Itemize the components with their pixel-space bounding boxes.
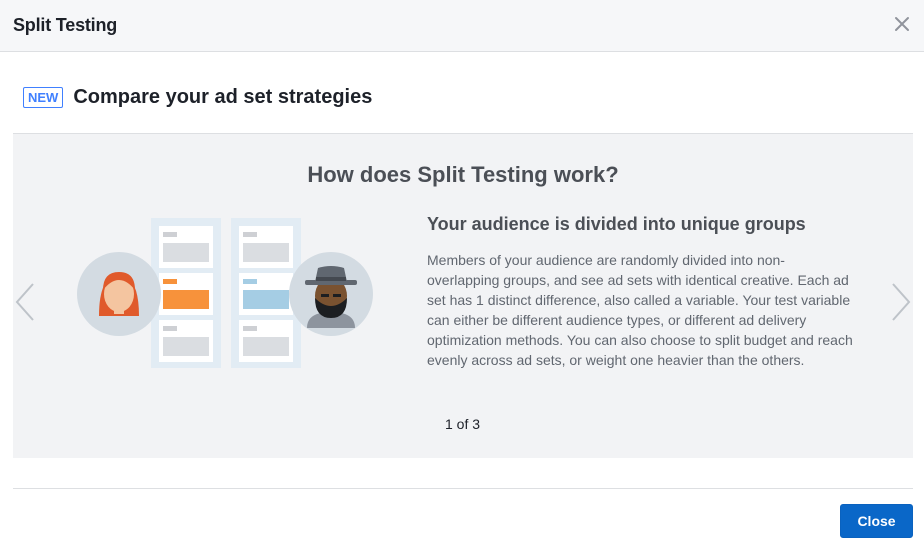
carousel-panel: How does Split Testing work? Your audien… (13, 133, 913, 458)
subheader-title: Compare your ad set strategies (73, 85, 373, 108)
close-button[interactable]: Close (840, 504, 913, 538)
carousel-title: How does Split Testing work? (307, 162, 619, 187)
dialog-title: Split Testing (13, 15, 118, 35)
audience-groups-illustration (77, 218, 373, 368)
chevron-right-icon[interactable] (887, 280, 915, 324)
slide-heading: Your audience is divided into unique gro… (427, 214, 806, 234)
footer-divider (13, 488, 913, 489)
split-testing-dialog: Split Testing NEW Compare your ad set st… (0, 0, 924, 553)
subheader: NEW Compare your ad set strategies (23, 84, 372, 110)
close-icon[interactable] (892, 14, 912, 34)
slide-body: Members of your audience are randomly di… (427, 252, 853, 368)
dialog-header: Split Testing (0, 0, 924, 52)
new-badge: NEW (23, 86, 64, 108)
carousel-pager: 1 of 3 (445, 416, 481, 432)
chevron-left-icon[interactable] (11, 280, 39, 324)
